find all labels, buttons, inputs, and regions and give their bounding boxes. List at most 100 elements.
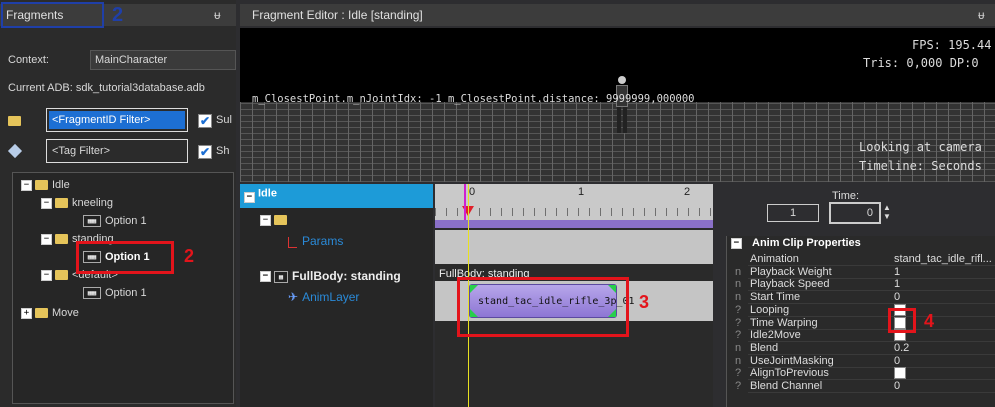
fragment-tree: − Idle − kneeling ▦▦ Option 1 − standing ▦▦ O…	[12, 172, 234, 404]
folder-icon	[55, 270, 68, 281]
tag-filter-input[interactable]: <Tag Filter>	[46, 139, 188, 163]
pin-icon[interactable]: ᵾ	[214, 4, 221, 26]
tree-item-kneeling-option[interactable]: ▦▦ Option 1	[83, 215, 147, 228]
folder-icon	[35, 180, 48, 191]
character-model	[616, 76, 628, 136]
collapse-icon[interactable]: −	[260, 214, 271, 226]
seq-item-idle[interactable]: − Idle	[240, 184, 433, 208]
tree-item-move[interactable]: + Move	[21, 307, 79, 319]
annotation-box-clip	[457, 277, 629, 337]
folder-icon	[55, 198, 68, 209]
playhead-line-magenta	[464, 184, 466, 220]
property-row[interactable]: n Blend 0.2	[728, 342, 995, 355]
fragment-filter-input[interactable]: <FragmentID Filter>	[46, 108, 188, 132]
property-row-divider	[748, 392, 995, 393]
property-row[interactable]: ? Time Warping	[728, 316, 995, 330]
time-frame-input[interactable]: 1	[767, 204, 819, 222]
collapse-icon[interactable]: −	[260, 271, 271, 283]
property-value[interactable]: 0.2	[894, 342, 995, 354]
property-row[interactable]: ? Idle2Move	[728, 329, 995, 343]
editor-title: Fragment Editor : Idle [standing]	[252, 8, 423, 22]
params-icon	[288, 236, 297, 248]
context-label: Context:	[8, 54, 49, 66]
tree-item-idle[interactable]: − Idle	[21, 179, 70, 191]
sequence-tree: − Idle − Params − ▦ FullBody: standing ✈ Ani…	[240, 184, 433, 407]
viewport[interactable]: FPS: 195.44 Tris: 0,000 DP:0 m_ClosestPo…	[240, 28, 995, 182]
camera-status: Looking at camera	[859, 140, 982, 154]
property-row[interactable]: n Playback Weight 1	[728, 266, 995, 279]
annotation-box-blue	[1, 2, 104, 28]
annotation-marker-3: 3	[639, 292, 650, 312]
property-row[interactable]: n Playback Speed 1	[728, 278, 995, 292]
property-value[interactable]: 1	[894, 266, 995, 278]
seq-label: FullBody: standing	[292, 269, 401, 283]
property-value[interactable]: 0	[894, 380, 995, 392]
seq-item-folder[interactable]: −	[260, 214, 291, 226]
collapse-icon[interactable]: −	[244, 192, 255, 203]
property-row[interactable]: Animation stand_tac_idle_rifl...	[728, 253, 995, 266]
property-value[interactable]	[894, 367, 995, 380]
collapse-icon[interactable]: −	[731, 237, 742, 249]
annotation-box-red	[76, 241, 174, 274]
property-value[interactable]: 0	[894, 291, 995, 303]
timeline-mode: Timeline: Seconds	[859, 159, 982, 173]
fps-readout: FPS: 195.44	[912, 38, 992, 52]
collapse-icon[interactable]: −	[21, 179, 32, 191]
property-name: Looping	[750, 303, 790, 316]
seq-item-animlayer[interactable]: ✈ AnimLayer	[288, 290, 359, 304]
clip-icon: ▦	[274, 270, 288, 283]
property-value[interactable]: 1	[894, 278, 995, 290]
collapse-icon[interactable]: −	[41, 197, 52, 209]
tree-label: Idle	[52, 179, 70, 191]
folder-icon	[8, 116, 21, 126]
params-track	[435, 230, 713, 264]
tree-label: Option 1	[105, 287, 147, 299]
current-adb-label: Current ADB: sdk_tutorial3database.adb	[8, 82, 205, 94]
property-row[interactable]: ? Looping	[728, 303, 995, 317]
tree-label: kneeling	[72, 197, 113, 209]
pin-icon[interactable]: ᵾ	[978, 4, 985, 26]
collapse-icon[interactable]: −	[41, 233, 52, 245]
seq-label: AnimLayer	[302, 290, 360, 304]
time-label: Time:	[832, 190, 860, 202]
property-row[interactable]: n Start Time 0	[728, 291, 995, 305]
context-value: MainCharacter	[95, 54, 168, 66]
time-spin-input[interactable]: 0	[829, 202, 881, 224]
annotation-marker-4: 4	[924, 311, 935, 331]
tree-item-kneeling[interactable]: − kneeling	[41, 197, 113, 209]
annotation-marker-2: 2	[184, 246, 195, 266]
clip-icon: ▦▦	[83, 215, 101, 228]
property-name: Time Warping	[750, 316, 818, 329]
seq-label: Params	[302, 234, 344, 248]
property-row[interactable]: ? Blend Channel 0	[728, 380, 995, 393]
time-frame-value: 1	[789, 207, 797, 219]
seq-item-fullbody[interactable]: − ▦ FullBody: standing	[260, 269, 401, 283]
spinner-icon[interactable]: ▲ ▼	[883, 203, 891, 221]
seq-item-params[interactable]: Params	[288, 234, 343, 248]
ruler-label-2: 2	[684, 186, 691, 198]
property-row[interactable]: n UseJointMasking 0	[728, 354, 995, 368]
sub-checkbox[interactable]: ✔	[198, 114, 212, 128]
collapse-icon[interactable]: −	[41, 269, 52, 281]
expand-icon[interactable]: +	[21, 307, 32, 319]
folder-icon	[274, 215, 287, 226]
sub-checkbox-label: Sul	[216, 114, 232, 126]
context-field[interactable]: MainCharacter	[90, 50, 236, 70]
property-checkbox[interactable]	[894, 367, 906, 380]
property-name: Start Time	[750, 291, 801, 304]
show-checkbox[interactable]: ✔	[198, 145, 212, 159]
property-type-icon: n	[734, 278, 742, 291]
property-row[interactable]: ? AlignToPrevious	[728, 367, 995, 381]
property-type-icon: n	[734, 354, 742, 367]
folder-icon	[35, 308, 48, 319]
annotation-marker-2-top: 2	[112, 4, 124, 26]
property-type-icon: n	[734, 291, 742, 304]
property-value[interactable]: stand_tac_idle_rifl...	[894, 253, 995, 265]
show-checkbox-label: Sh	[216, 145, 230, 157]
properties-header[interactable]: − Anim Clip Properties	[727, 236, 995, 251]
property-name: AlignToPrevious	[750, 367, 829, 380]
ruler-label-0: 0	[469, 186, 476, 198]
property-value[interactable]: 0	[894, 355, 995, 367]
tree-item-default-option[interactable]: ▦▦ Option 1	[83, 287, 147, 300]
timeline-ruler[interactable]: 0 1 2	[435, 184, 713, 220]
